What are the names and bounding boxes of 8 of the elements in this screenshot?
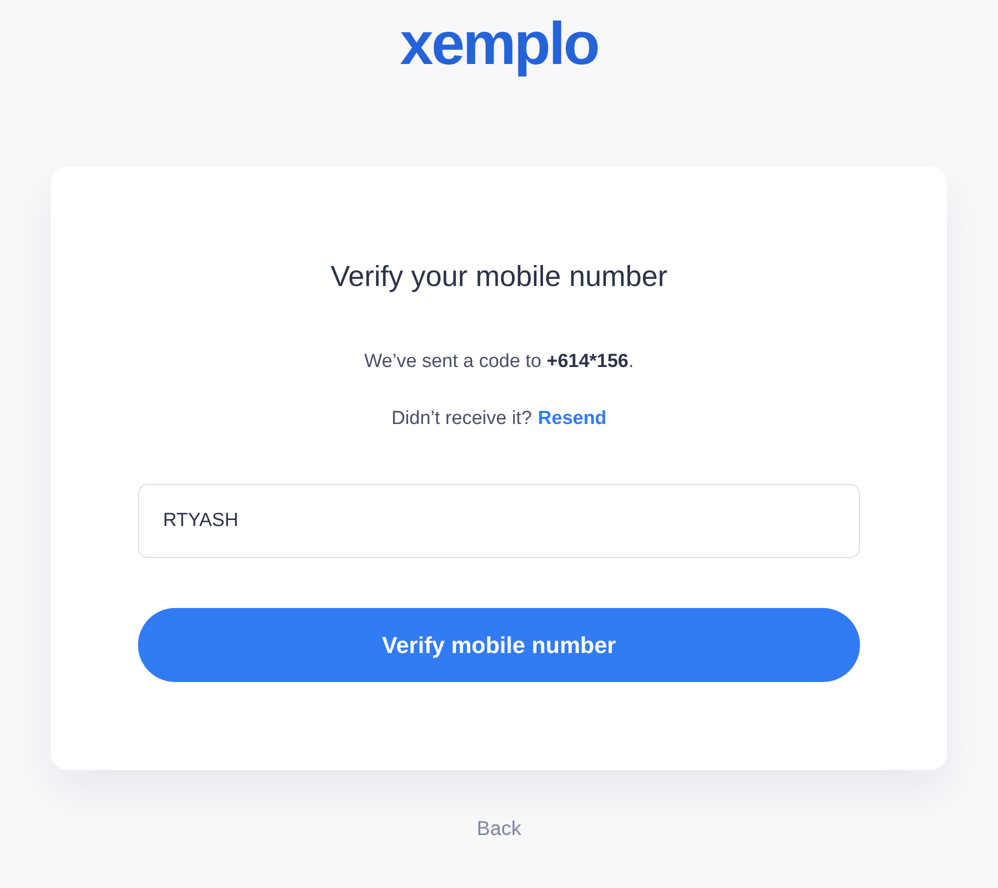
verify-button[interactable]: Verify mobile number [138, 608, 860, 682]
resend-link[interactable]: Resend [538, 406, 607, 432]
logo: xemplo [400, 9, 598, 79]
code-sent-message: We’ve sent a code to +614*156. [364, 350, 634, 374]
card-title: Verify your mobile number [330, 260, 668, 295]
resend-prompt: Didn’t receive it? [391, 407, 532, 431]
code-input-field[interactable]: RTYASH [138, 484, 860, 558]
back-link[interactable]: Back [476, 818, 522, 841]
